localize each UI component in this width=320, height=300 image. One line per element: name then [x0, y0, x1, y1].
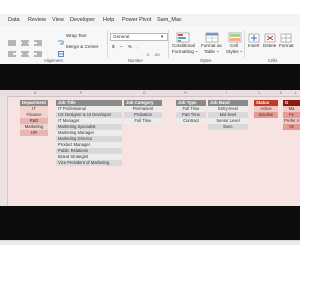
column-header-bar — [0, 90, 300, 97]
ribbon-divider — [244, 30, 245, 58]
tab-help[interactable]: Help — [103, 16, 114, 24]
page-bottom-area — [0, 250, 300, 300]
insert-button[interactable]: Insert — [248, 43, 260, 49]
gender-cell-partial[interactable]: Ot — [283, 124, 300, 130]
insert-icon[interactable] — [248, 30, 260, 43]
ribbon-tab-bar: Data Review View Developer Help Power Pi… — [0, 14, 300, 26]
group-label-alignment: Alignment — [44, 58, 63, 63]
group-label-styles: Styles — [200, 58, 212, 63]
column-letter[interactable]: I — [226, 90, 227, 96]
tab-review[interactable]: Review — [28, 16, 46, 24]
group-label-number: Number — [128, 58, 143, 63]
format-as-table-label-2[interactable]: Table ~ — [204, 49, 219, 55]
number-symbol-buttons[interactable]: $ ~ % , — [112, 44, 140, 50]
job-category-cell[interactable]: Full Time — [124, 118, 162, 124]
department-cell[interactable]: R&D — [20, 118, 48, 124]
department-cell[interactable]: HR — [20, 130, 48, 136]
department-cell[interactable]: IT — [20, 106, 48, 112]
department-cell[interactable]: Finance — [20, 112, 48, 118]
job-title-cell[interactable]: Brand Strategist — [56, 154, 122, 160]
tab-data[interactable]: Data — [8, 16, 20, 24]
job-title-cell[interactable]: Marketing Director — [56, 136, 122, 142]
gender-cell-partial[interactable]: Fe — [283, 112, 300, 118]
job-title-cell[interactable]: IT Professional — [56, 106, 122, 112]
format-icon[interactable] — [280, 30, 292, 43]
number-format-dropdown[interactable]: General ▾ — [110, 33, 168, 41]
job-title-cell[interactable]: IT Manager — [56, 118, 122, 124]
status-cell[interactable]: Inactive — [254, 112, 278, 118]
align-left-icon[interactable] — [8, 44, 16, 57]
column-letter[interactable]: H — [184, 90, 187, 96]
align-center-icon[interactable] — [21, 44, 29, 57]
align-lines-icon[interactable] — [21, 33, 29, 46]
row-header-gutter — [0, 96, 8, 206]
job-type-cell[interactable]: Contract — [176, 118, 206, 124]
job-band-cell[interactable]: Mid-level — [208, 112, 248, 118]
tab-view[interactable]: View — [52, 16, 64, 24]
delete-icon[interactable] — [264, 30, 276, 43]
merge-center-button[interactable]: Merge & Center — [66, 44, 98, 50]
job-type-cell[interactable]: Part Time — [176, 112, 206, 118]
align-lines-icon[interactable] — [8, 33, 16, 46]
job-title-cell[interactable]: UX Designer & UI Developer — [56, 112, 122, 118]
gender-cell-partial[interactable]: Prefer n — [283, 118, 300, 124]
dark-band-top — [0, 64, 300, 90]
gender-cell-partial[interactable]: Ma — [283, 106, 300, 112]
job-category-cell[interactable]: Permanent — [124, 106, 162, 112]
merge-center-icon — [58, 44, 64, 57]
dark-band-bottom — [0, 206, 300, 240]
job-title-cell[interactable]: Product Manager — [56, 142, 122, 148]
tab-power-pivot[interactable]: Power Pivot — [122, 16, 151, 24]
column-letter[interactable]: L — [295, 90, 297, 96]
ribbon-divider — [168, 30, 169, 58]
wrap-text-button[interactable]: Wrap Text — [66, 33, 87, 39]
group-label-cells: Cells — [268, 58, 278, 63]
delete-button[interactable]: Delete — [263, 43, 276, 49]
job-type-cell[interactable]: Full Time — [176, 106, 206, 112]
department-cell[interactable]: Marketing — [20, 124, 48, 130]
job-band-cell[interactable]: Entry-level — [208, 106, 248, 112]
job-band-cell[interactable]: Exec — [208, 124, 248, 130]
tab-sam-mac[interactable]: Sam_Mac — [157, 16, 182, 24]
job-title-cell[interactable]: Marketing Manager — [56, 130, 122, 136]
column-letter[interactable]: F — [80, 90, 82, 96]
job-band-cell[interactable]: Senior Level — [208, 118, 248, 124]
column-letter[interactable]: G — [143, 90, 146, 96]
cell-styles-icon[interactable] — [228, 30, 242, 43]
wrap-text-icon — [58, 33, 64, 45]
svg-text:.0: .0 — [146, 52, 150, 57]
format-button[interactable]: Format — [279, 43, 294, 49]
column-letter[interactable]: K — [280, 90, 282, 96]
cell-styles-label-2[interactable]: Styles ~ — [226, 49, 242, 55]
conditional-formatting-icon[interactable] — [176, 30, 190, 43]
job-category-cell[interactable]: Probation — [124, 112, 162, 118]
job-title-cell[interactable]: Public Relations — [56, 148, 122, 154]
indent-icon[interactable] — [34, 33, 42, 46]
job-title-cell[interactable]: Vice President of Marketing — [56, 160, 122, 166]
conditional-formatting-label-2[interactable]: Formatting ~ — [172, 49, 198, 55]
tab-developer[interactable]: Developer — [70, 16, 95, 24]
column-letter[interactable]: E — [34, 90, 36, 96]
align-right-icon[interactable] — [34, 44, 42, 57]
decimal-adjust-icon[interactable]: .0 .00 — [146, 44, 162, 57]
svg-text:.00: .00 — [154, 52, 160, 57]
number-format-value: General — [113, 34, 130, 39]
format-as-table-icon[interactable] — [205, 30, 219, 43]
chevron-down-icon: ▾ — [161, 34, 164, 39]
job-title-cell[interactable]: Marketing Specialist — [56, 124, 122, 130]
ribbon-divider — [107, 30, 108, 58]
status-cell[interactable]: Active — [254, 106, 278, 112]
sheet-tab-bar — [0, 240, 300, 245]
column-letter[interactable]: J — [258, 90, 260, 96]
